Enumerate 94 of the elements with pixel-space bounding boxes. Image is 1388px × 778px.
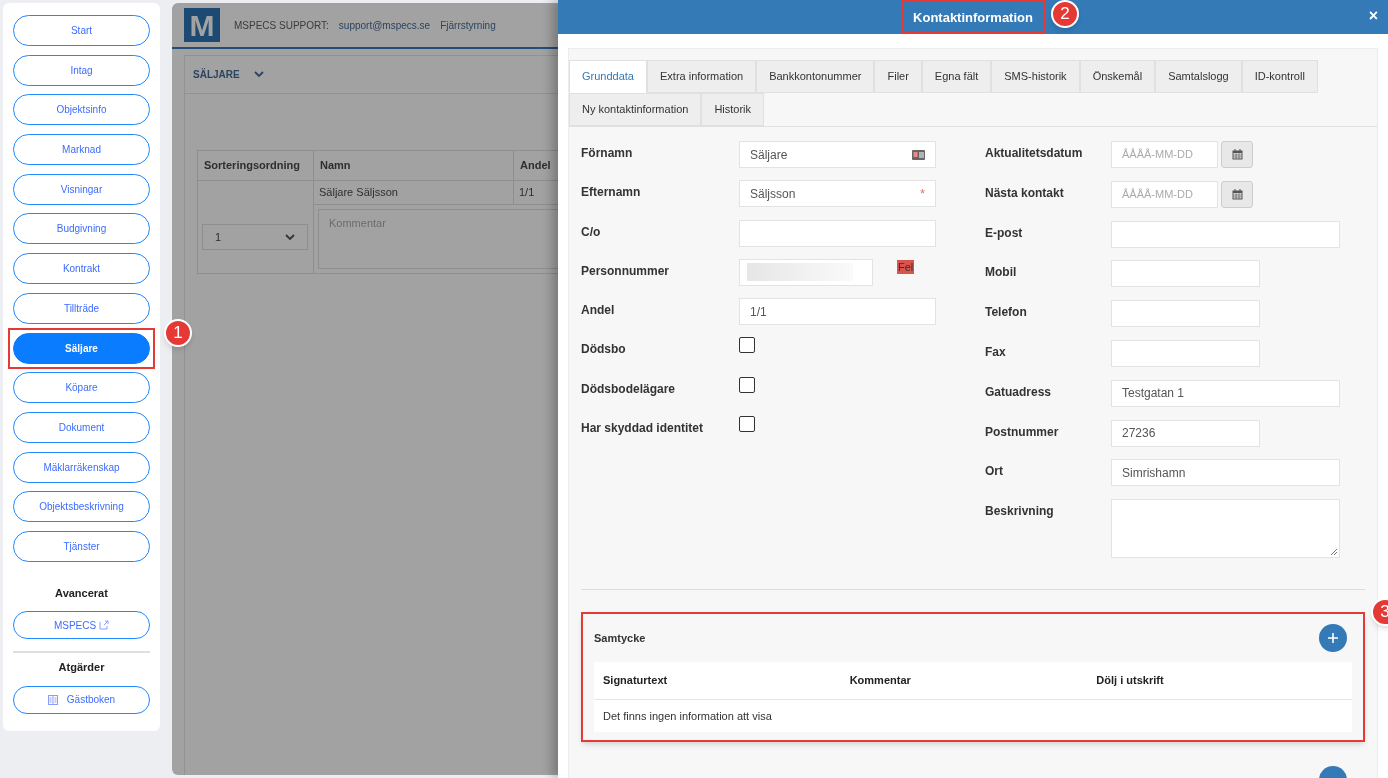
checkbox[interactable] [739,416,755,433]
nav-button[interactable]: Säljare [13,332,150,364]
tab[interactable]: Filer [874,60,922,93]
column-header: Kommentar [849,673,912,689]
field-label: Fax [985,344,1007,361]
book-icon [47,694,58,705]
tab[interactable]: Egna fält [921,60,992,93]
text-field[interactable] [1111,340,1260,367]
text-field[interactable]: Säljsson * [739,180,936,208]
nav-button[interactable]: Mäklarräkenskap [13,451,150,483]
calendar-icon [1231,188,1243,200]
tab[interactable]: Grunddata [569,60,647,93]
resize-grip-icon [1330,548,1338,557]
column-header: Namn [314,151,514,181]
nav-button[interactable]: Objektsbeskrivning [13,491,150,523]
field-label: Dödsbo [581,341,627,359]
remote-link[interactable]: Fjärrstyrning [440,17,496,33]
nav-button[interactable]: Kontrakt [13,253,150,285]
checkbox[interactable] [739,337,755,354]
date-field[interactable]: ÅÅÅÅ-MM-DD [1111,180,1218,208]
nav-button[interactable]: Tillträde [13,292,150,324]
tab[interactable]: ID-kontroll [1241,60,1318,93]
section-heading: Avancerat [55,585,108,601]
contact-card-icon [912,149,925,160]
tab[interactable]: Ny kontaktinformation [569,93,702,126]
checkbox[interactable] [739,376,755,393]
external-link-icon [99,620,110,631]
nav-button[interactable]: Visningar [13,173,150,205]
calendar-icon [1231,149,1243,160]
text-field[interactable]: 27236 [1111,419,1260,447]
field-label: Ort [985,463,1004,481]
add-button[interactable] [1319,623,1347,652]
text-field[interactable] [739,219,936,247]
text-field[interactable]: 1/1 [739,298,936,326]
chevron-icon [253,71,264,78]
field-label: Andel [581,302,616,320]
text-field[interactable] [739,258,873,286]
support-email[interactable]: support@mspecs.se [338,17,431,33]
required-marker: * [919,185,925,204]
field-label: C/o [581,223,602,241]
field-label: Mobil [985,264,1018,282]
text-field[interactable] [1111,220,1340,248]
table-cell: Säljare Säljsson [314,181,514,205]
tab[interactable]: Historik [701,93,765,126]
field-label: Dödsbodelägare [581,380,677,398]
field-label: Gatuadress [985,383,1053,401]
close-button[interactable]: × [1368,7,1378,25]
field-label: Personnummer [581,262,671,280]
modal-title: Kontaktinformation [913,10,1033,25]
field-label: E-post [985,224,1024,242]
field-label: Har skyddad identitet [581,420,705,438]
field-label: Nästa kontakt [985,184,1065,202]
nav-button[interactable]: Intag [13,54,150,86]
text-field[interactable]: Testgatan 1 [1111,379,1340,407]
order-select[interactable]: 1 [202,224,308,250]
text-field[interactable]: Säljare [739,141,936,168]
section-title[interactable]: SÄLJARE [193,67,240,82]
nav-button[interactable]: Start [13,15,150,46]
field-label: Förnamn [581,145,634,162]
field-label: Aktualitetsdatum [985,145,1084,162]
nav-button[interactable]: Marknad [13,134,150,166]
tab[interactable]: Önskemål [1079,60,1156,93]
calendar-button[interactable] [1221,180,1253,208]
tab[interactable]: Samtalslogg [1155,60,1242,93]
field-label: Efternamn [581,184,642,202]
text-field[interactable] [1111,300,1260,328]
support-label: MSPECS SUPPORT: [234,18,329,33]
nav-button[interactable]: Objektsinfo [13,94,150,126]
callout-badge: 1 [164,318,192,347]
nav-button[interactable]: Köpare [13,372,150,404]
plus-icon [1327,631,1339,644]
callout-badge: 2 [1050,0,1079,28]
nav-button[interactable]: Dokument [13,411,150,443]
tab[interactable]: Extra information [647,60,757,93]
section-title: Samtycke [594,630,646,646]
text-field[interactable]: Simrishamn [1111,459,1340,487]
tab[interactable]: SMS-historik [991,60,1080,93]
empty-message: Det finns ingen information att visa [603,708,772,724]
field-label: Beskrivning [985,503,1055,521]
text-field[interactable] [1111,260,1260,288]
error-label: Fel [897,259,915,274]
calendar-button[interactable] [1221,141,1253,168]
nav-button[interactable]: Tjänster [13,530,150,562]
field-label: Telefon [985,304,1028,322]
logo: M [184,8,220,42]
column-header: Signaturtext [603,673,669,689]
column-header: Sorteringsordning [198,151,314,181]
section-heading: Atgärder [58,660,105,676]
tab[interactable]: Bankkontonummer [756,60,875,93]
chevron-icon [285,233,295,241]
nav-button[interactable]: Budgivning [13,213,150,245]
date-field[interactable]: ÅÅÅÅ-MM-DD [1111,141,1218,168]
field-label: Postnummer [985,423,1060,441]
column-header: Dölj i utskrift [1096,673,1165,689]
